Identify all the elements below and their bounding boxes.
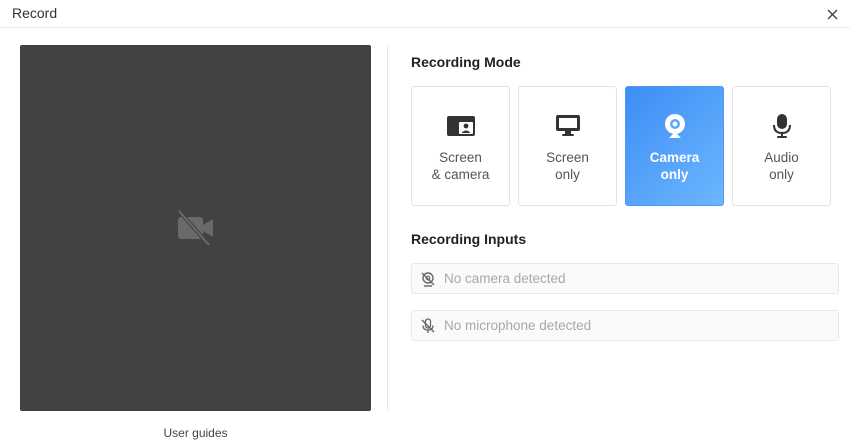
recording-inputs-heading: Recording Inputs xyxy=(411,231,527,247)
microphone-input-select[interactable]: No microphone detected xyxy=(411,310,839,341)
camera-input-select[interactable]: No camera detected xyxy=(411,263,839,294)
mode-label: Screen & camera xyxy=(431,150,490,182)
title-bar: Record xyxy=(0,0,850,28)
mode-screen-and-camera[interactable]: Screen & camera xyxy=(411,86,510,206)
microphone-input-text: No microphone detected xyxy=(444,318,592,333)
user-guides-link[interactable]: User guides xyxy=(20,426,371,440)
mode-label: Audio only xyxy=(764,150,799,182)
webcam-icon xyxy=(664,114,685,138)
panel-divider xyxy=(387,45,388,411)
close-button[interactable] xyxy=(822,4,842,24)
camera-input-text: No camera detected xyxy=(444,271,566,286)
microphone-off-icon xyxy=(421,317,435,333)
mode-audio-only[interactable]: Audio only xyxy=(732,86,831,206)
window-title: Record xyxy=(12,5,58,21)
microphone-icon xyxy=(772,114,791,138)
video-off-icon xyxy=(177,209,213,247)
monitor-icon xyxy=(555,115,580,136)
mode-label: Screen only xyxy=(546,150,589,182)
mode-label: Camera only xyxy=(649,150,700,182)
recording-mode-heading: Recording Mode xyxy=(411,54,521,70)
screen-camera-icon xyxy=(446,116,475,136)
camera-off-icon xyxy=(421,271,435,287)
camera-preview xyxy=(20,45,371,411)
close-icon xyxy=(827,9,837,19)
recording-mode-options: Screen & camera Screen only Camera only xyxy=(411,86,831,206)
mode-screen-only[interactable]: Screen only xyxy=(518,86,617,206)
mode-camera-only[interactable]: Camera only xyxy=(625,86,724,206)
